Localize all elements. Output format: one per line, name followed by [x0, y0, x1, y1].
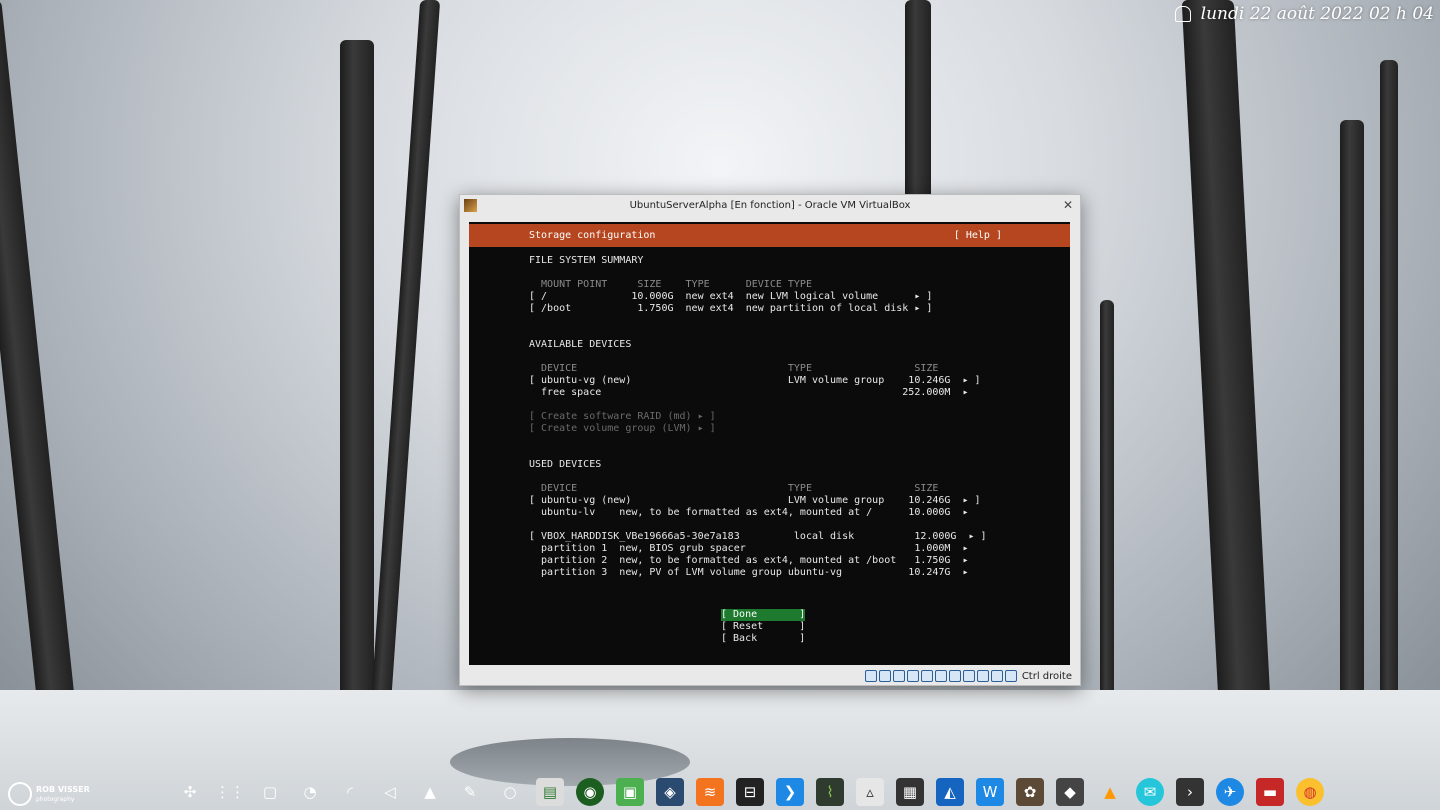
network-icon[interactable]: ◔ — [296, 778, 324, 806]
terminal-panel-icon[interactable]: ⊟ — [736, 778, 764, 806]
used-columns: DEVICE TYPE SIZE — [529, 483, 939, 494]
host-key-label: Ctrl droite — [1021, 670, 1072, 682]
network-status-icon[interactable] — [906, 670, 919, 682]
reset-button[interactable]: [ Reset ] — [721, 621, 805, 633]
wallpaper-credit: ROB VISSER photography — [8, 782, 90, 806]
audio-status-icon[interactable] — [892, 670, 905, 682]
create-raid-button[interactable]: [ Create software RAID (md) ▸ ] — [529, 411, 716, 423]
used-row-lv[interactable]: ubuntu-lv new, to be formatted as ext4, … — [529, 507, 968, 519]
chart-app-icon[interactable]: ⌇ — [816, 778, 844, 806]
clock-text: lundi 22 août 2022 02 h 04 — [1200, 4, 1434, 24]
mouse-integration-icon[interactable] — [990, 670, 1003, 682]
cpu-status-icon[interactable] — [976, 670, 989, 682]
launcher-icon[interactable]: ✣ — [176, 778, 204, 806]
app-grid-icon[interactable]: ⋮⋮ — [215, 778, 245, 806]
files-icon[interactable]: ▬ — [1256, 778, 1284, 806]
virtualbox-icon[interactable]: ◈ — [656, 778, 684, 806]
keyboard-status-icon[interactable] — [1004, 670, 1017, 682]
wallpaper-credit-sub: photography — [36, 796, 75, 803]
available-row-vg[interactable]: [ ubuntu-vg (new) LVM volume group 10.24… — [529, 375, 981, 387]
mail-icon[interactable]: ✉ — [1136, 778, 1164, 806]
pen-icon[interactable]: ✎ — [456, 778, 484, 806]
lock-app-icon[interactable]: ▣ — [616, 778, 644, 806]
ink-icon[interactable]: ◆ — [1056, 778, 1084, 806]
installer-header: Storage configuration [ Help ] — [469, 224, 1070, 247]
circle-icon[interactable]: ○ — [496, 778, 524, 806]
fs-row-root[interactable]: [ / 10.000G new ext4 new LVM logical vol… — [529, 291, 932, 303]
header-title: Storage configuration — [529, 230, 656, 241]
volume-icon[interactable]: ◁ — [376, 778, 404, 806]
notification-bell-icon[interactable] — [1174, 6, 1191, 22]
window-titlebar[interactable]: UbuntuServerAlpha [En fonction] - Oracle… — [460, 195, 1080, 216]
display-status-icon[interactable] — [948, 670, 961, 682]
close-icon[interactable]: ✕ — [1063, 198, 1073, 212]
arrow-icon[interactable]: ▲ — [416, 778, 444, 806]
vlc-icon[interactable]: ▲ — [1096, 778, 1124, 806]
taskbar: ✣ ⋮⋮ ▢ ◔ ◜ ◁ ▲ ✎ ○ ▤ ◉ ▣ ◈ ≋ ⊟ ❯ ⌇ ▵ ▦ ◭… — [176, 778, 1324, 806]
terminal-icon[interactable]: › — [1176, 778, 1204, 806]
used-row-partition-1[interactable]: partition 1 new, BIOS grub spacer 1.000M… — [529, 543, 968, 555]
folder-blue-icon[interactable]: ❯ — [776, 778, 804, 806]
top-bar-clock[interactable]: lundi 22 août 2022 02 h 04 — [1174, 4, 1434, 24]
recording-status-icon[interactable] — [962, 670, 975, 682]
wifi-icon[interactable]: ◜ — [336, 778, 364, 806]
create-vg-button[interactable]: [ Create volume group (LVM) ▸ ] — [529, 423, 716, 435]
ide-icon[interactable]: ◭ — [936, 778, 964, 806]
fs-summary-heading: FILE SYSTEM SUMMARY — [529, 255, 644, 266]
fs-row-boot[interactable]: [ /boot 1.750G new ext4 new partition of… — [529, 303, 932, 315]
usb-status-icon[interactable] — [920, 670, 933, 682]
virtualbox-window[interactable]: UbuntuServerAlpha [En fonction] - Oracle… — [459, 194, 1081, 686]
virtualbox-app-icon[interactable] — [464, 199, 477, 212]
gimp-icon[interactable]: ✿ — [1016, 778, 1044, 806]
hdd-status-icon[interactable] — [864, 670, 877, 682]
help-button[interactable]: [ Help ] — [954, 230, 1002, 242]
calculator-icon[interactable]: ▦ — [896, 778, 924, 806]
globe-icon[interactable]: ◉ — [576, 778, 604, 806]
notes-icon[interactable]: ▤ — [536, 778, 564, 806]
used-heading: USED DEVICES — [529, 459, 602, 470]
vm-screen[interactable]: Storage configuration [ Help ] FILE SYST… — [469, 222, 1070, 665]
inkscape-icon[interactable]: ▵ — [856, 778, 884, 806]
used-row-partition-3[interactable]: partition 3 new, PV of LVM volume group … — [529, 567, 968, 579]
compass-icon[interactable]: ✈ — [1216, 778, 1244, 806]
available-columns: DEVICE TYPE SIZE — [529, 363, 939, 374]
chrome-icon[interactable]: ◍ — [1296, 778, 1324, 806]
used-row-vg[interactable]: [ ubuntu-vg (new) LVM volume group 10.24… — [529, 495, 981, 507]
fs-columns: MOUNT POINT SIZE TYPE DEVICE TYPE — [529, 279, 812, 290]
back-button[interactable]: [ Back ] — [721, 633, 805, 645]
screen-icon[interactable]: ▢ — [256, 778, 284, 806]
available-heading: AVAILABLE DEVICES — [529, 339, 632, 350]
vm-statusbar: Ctrl droite — [460, 667, 1080, 685]
photographer-logo-icon — [8, 782, 32, 806]
available-row-free[interactable]: free space 252.000M ▸ — [529, 387, 968, 399]
shared-folder-status-icon[interactable] — [934, 670, 947, 682]
writer-icon[interactable]: W — [976, 778, 1004, 806]
used-row-partition-2[interactable]: partition 2 new, to be formatted as ext4… — [529, 555, 968, 567]
stack-app-icon[interactable]: ≋ — [696, 778, 724, 806]
window-title: UbuntuServerAlpha [En fonction] - Oracle… — [629, 200, 911, 211]
optical-status-icon[interactable] — [878, 670, 891, 682]
done-button[interactable]: [ Done ] — [721, 609, 805, 621]
used-row-disk[interactable]: [ VBOX_HARDDISK_VBe19666a5-30e7a183 loca… — [529, 531, 987, 543]
wallpaper-credit-text: ROB VISSER — [36, 785, 90, 794]
